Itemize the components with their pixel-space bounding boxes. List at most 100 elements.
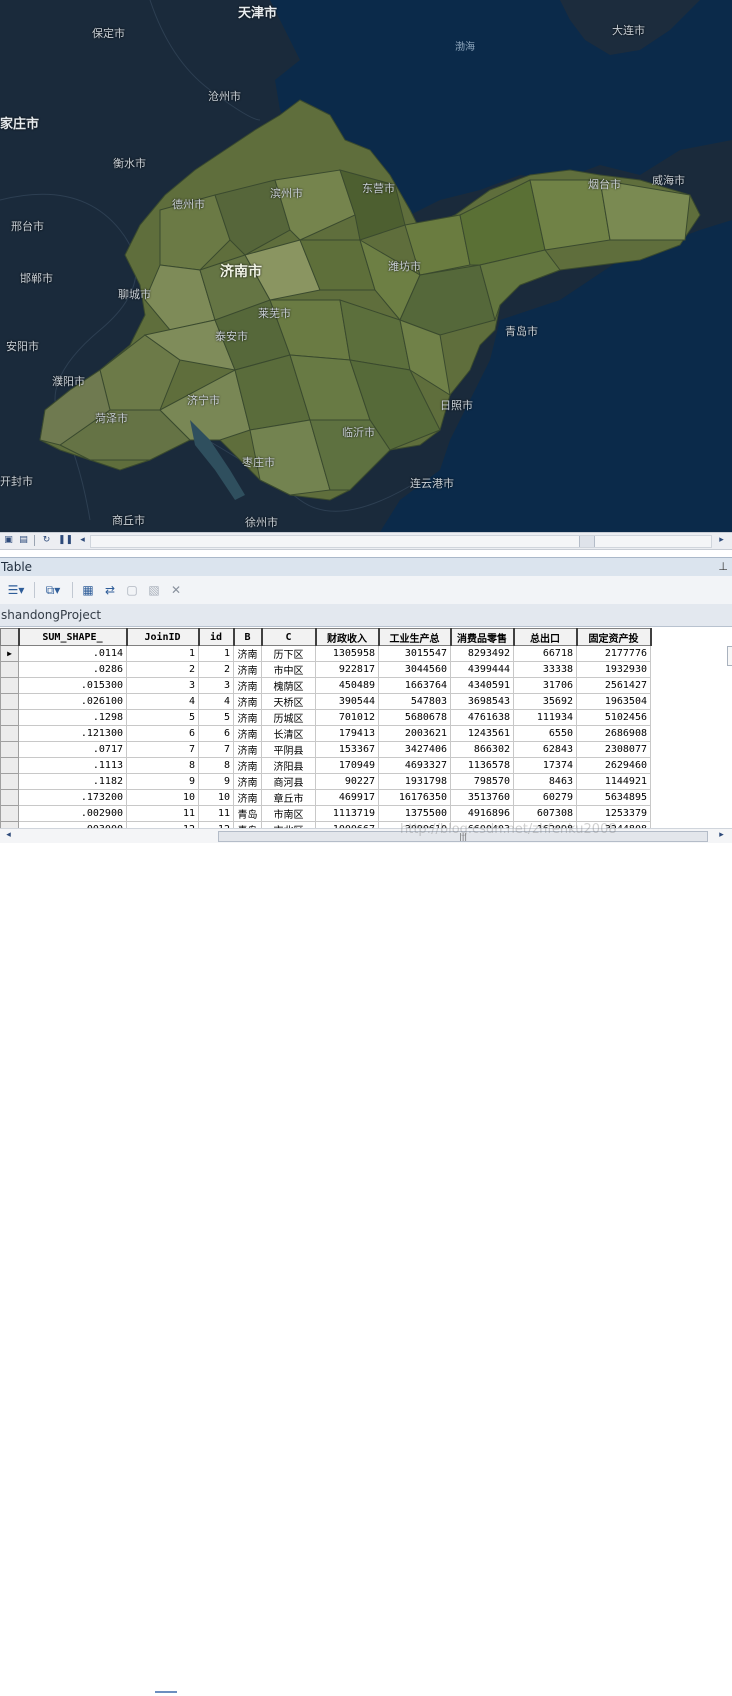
table-cell[interactable]: 4761638 <box>450 709 514 726</box>
table-cell[interactable]: 4916896 <box>450 805 514 822</box>
table-cell[interactable]: 111934 <box>513 709 577 726</box>
table-cell[interactable]: 170949 <box>315 757 379 774</box>
row-selector[interactable] <box>0 773 19 790</box>
table-row[interactable]: .015300 3 3 济南 槐荫区 450489 1663764 4340591 31706 2… <box>0 677 651 694</box>
row-selector-header[interactable] <box>0 628 20 646</box>
table-cell[interactable]: 济南 <box>233 677 262 694</box>
table-cell[interactable]: 天桥区 <box>261 693 316 710</box>
table-cell[interactable]: .002900 <box>18 805 127 822</box>
table-cell[interactable]: 章丘市 <box>261 789 316 806</box>
table-cell[interactable]: 1931798 <box>378 773 451 790</box>
pin-icon[interactable]: ⊥ <box>718 560 728 573</box>
table-cell[interactable]: 6550 <box>513 725 577 742</box>
map-horizontal-scrollbar[interactable] <box>90 535 712 548</box>
table-row[interactable]: .0717 7 7 济南 平阴县 153367 3427406 866302 62843 2308… <box>0 741 651 758</box>
table-cell[interactable]: 济南 <box>233 661 262 678</box>
row-selector[interactable] <box>0 741 19 758</box>
table-cell[interactable]: .026100 <box>18 693 127 710</box>
table-cell[interactable]: 2 <box>126 661 199 678</box>
table-cell[interactable]: 5634895 <box>576 789 651 806</box>
table-cell[interactable]: 2561427 <box>576 677 651 694</box>
table-cell[interactable]: .121300 <box>18 725 127 742</box>
table-options-icon[interactable]: ☰▾ <box>3 582 29 598</box>
column-header[interactable]: 财政收入 <box>315 628 380 646</box>
refresh-icon[interactable]: ↻ <box>40 534 53 547</box>
table-cell[interactable]: .1298 <box>18 709 127 726</box>
tab-shandongproject[interactable]: shandongProject <box>1 608 101 622</box>
current-row-indicator-icon[interactable]: ▶ <box>0 645 19 662</box>
table-cell[interactable]: 济南 <box>233 709 262 726</box>
table-cell[interactable]: 济南 <box>233 741 262 758</box>
table-cell[interactable]: 5 <box>198 709 234 726</box>
table-cell[interactable]: 2686908 <box>576 725 651 742</box>
table-row[interactable]: .173200 10 10 济南 章丘市 469917 16176350 3513760 602… <box>0 789 651 806</box>
table-horizontal-scrollbar[interactable]: ◂ ||| ▸ <box>0 828 732 843</box>
table-cell[interactable]: 66718 <box>513 645 577 662</box>
table-cell[interactable]: 11 <box>126 805 199 822</box>
table-cell[interactable]: 4340591 <box>450 677 514 694</box>
column-header[interactable]: id <box>198 628 235 646</box>
table-cell[interactable]: 8463 <box>513 773 577 790</box>
table-row[interactable]: .121300 6 6 济南 长清区 179413 2003621 1243561 6550 26… <box>0 725 651 742</box>
table-cell[interactable]: 2003621 <box>378 725 451 742</box>
table-cell[interactable]: .173200 <box>18 789 127 806</box>
layout-view-icon[interactable]: ▤ <box>17 534 30 547</box>
table-row[interactable]: .002900 11 11 青岛 市南区 1113719 1375500 4916896 607… <box>0 805 651 822</box>
select-by-attributes-icon[interactable]: ▦ <box>80 582 96 598</box>
table-cell[interactable]: 1663764 <box>378 677 451 694</box>
row-selector[interactable] <box>0 709 19 726</box>
table-cell[interactable]: 平阴县 <box>261 741 316 758</box>
table-cell[interactable]: 179413 <box>315 725 379 742</box>
table-cell[interactable]: 3427406 <box>378 741 451 758</box>
table-cell[interactable]: .015300 <box>18 677 127 694</box>
row-selector[interactable] <box>0 677 19 694</box>
table-cell[interactable]: 16176350 <box>378 789 451 806</box>
table-cell[interactable]: 547803 <box>378 693 451 710</box>
related-tables-icon[interactable]: ⧉▾ <box>40 582 66 598</box>
column-header[interactable]: B <box>233 628 263 646</box>
delete-selected-icon[interactable]: ▧ <box>146 582 162 598</box>
table-cell[interactable]: 8 <box>198 757 234 774</box>
table-cell[interactable]: 济南 <box>233 757 262 774</box>
table-row[interactable]: .026100 4 4 济南 天桥区 390544 547803 3698543 35692 19… <box>0 693 651 710</box>
column-header[interactable]: 消费品零售 <box>450 628 515 646</box>
table-cell[interactable]: .1113 <box>18 757 127 774</box>
table-cell[interactable]: 3044560 <box>378 661 451 678</box>
close-icon[interactable]: ✕ <box>168 582 184 598</box>
table-cell[interactable]: 1305958 <box>315 645 379 662</box>
scroll-left-icon[interactable]: ◂ <box>76 534 89 547</box>
table-cell[interactable]: 3513760 <box>450 789 514 806</box>
table-row[interactable]: .1298 5 5 济南 历城区 701012 5680678 4761638 111934 51… <box>0 709 651 726</box>
table-cell[interactable]: 7 <box>126 741 199 758</box>
table-cell[interactable]: 8293492 <box>450 645 514 662</box>
switch-selection-icon[interactable]: ⇄ <box>102 582 118 598</box>
data-view-icon[interactable]: ▣ <box>2 534 15 547</box>
clear-selection-icon[interactable]: ▢ <box>124 582 140 598</box>
scroll-left-icon[interactable]: ◂ <box>2 829 15 842</box>
table-row[interactable]: .0286 2 2 济南 市中区 922817 3044560 4399444 33338 193… <box>0 661 651 678</box>
table-cell[interactable]: 历下区 <box>261 645 316 662</box>
table-cell[interactable]: 长清区 <box>261 725 316 742</box>
table-cell[interactable]: 1932930 <box>576 661 651 678</box>
table-cell[interactable]: 2308077 <box>576 741 651 758</box>
table-cell[interactable]: 33338 <box>513 661 577 678</box>
table-cell[interactable]: 1375500 <box>378 805 451 822</box>
table-cell[interactable]: 2629460 <box>576 757 651 774</box>
table-cell[interactable]: 5102456 <box>576 709 651 726</box>
bottom-tab-indicator[interactable] <box>155 1691 177 1696</box>
pause-icon[interactable]: ❚❚ <box>58 534 73 547</box>
table-cell[interactable]: 8 <box>126 757 199 774</box>
table-cell[interactable]: .1182 <box>18 773 127 790</box>
table-cell[interactable]: 济南 <box>233 773 262 790</box>
table-cell[interactable]: 槐荫区 <box>261 677 316 694</box>
table-cell[interactable]: 5 <box>126 709 199 726</box>
row-selector[interactable] <box>0 805 19 822</box>
table-cell[interactable]: 701012 <box>315 709 379 726</box>
table-cell[interactable]: 922817 <box>315 661 379 678</box>
table-cell[interactable]: 青岛 <box>233 805 262 822</box>
row-selector[interactable] <box>0 757 19 774</box>
table-cell[interactable]: 9 <box>126 773 199 790</box>
map-scrollbar-thumb[interactable] <box>579 536 595 547</box>
table-cell[interactable]: 市南区 <box>261 805 316 822</box>
row-selector[interactable] <box>0 725 19 742</box>
